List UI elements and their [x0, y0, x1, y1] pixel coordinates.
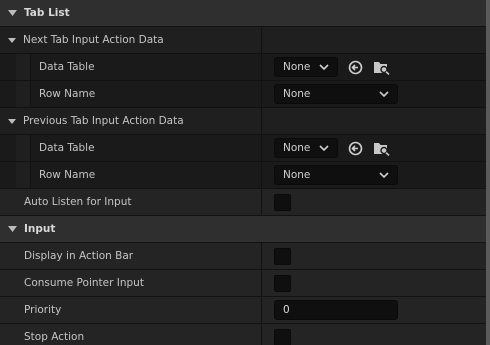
chevron-down-icon — [319, 145, 329, 151]
nesting-guide — [16, 135, 31, 161]
property-name-cell: Consume Pointer Input — [0, 270, 262, 296]
property-name-cell: Previous Tab Input Action Data — [0, 108, 262, 134]
property-value-cell: None — [262, 81, 486, 107]
property-value-cell — [262, 243, 486, 269]
property-row-data-table: Data Table None — [0, 135, 486, 162]
property-name-cell: Display in Action Bar — [0, 243, 262, 269]
property-row-priority: Priority 0 — [0, 297, 486, 324]
stop-action-checkbox[interactable] — [274, 328, 291, 345]
find-in-content-browser-icon[interactable] — [372, 139, 390, 157]
browse-to-asset-icon[interactable] — [346, 58, 364, 76]
chevron-down-icon — [319, 64, 329, 70]
property-label: Consume Pointer Input — [24, 277, 144, 289]
property-value-cell — [262, 189, 486, 215]
property-row-stop-action: Stop Action — [0, 324, 486, 345]
category-title: Tab List — [24, 7, 70, 19]
property-value-cell — [262, 108, 486, 134]
property-row-auto-listen-for-input: Auto Listen for Input — [0, 189, 486, 216]
combo-value: None — [283, 169, 311, 181]
data-table-combo[interactable]: None — [274, 57, 338, 77]
category-tab-list[interactable]: Tab List — [0, 0, 486, 27]
find-in-content-browser-icon[interactable] — [372, 58, 390, 76]
data-table-combo[interactable]: None — [274, 138, 338, 158]
priority-number-field[interactable]: 0 — [274, 300, 398, 320]
property-label: Previous Tab Input Action Data — [23, 115, 184, 127]
category-title: Input — [24, 223, 56, 235]
auto-listen-checkbox[interactable] — [274, 193, 291, 211]
struct-previous-tab-input-action-data[interactable]: Previous Tab Input Action Data — [0, 108, 486, 135]
number-value: 0 — [283, 304, 290, 316]
category-input[interactable]: Input — [0, 216, 486, 243]
nesting-guide — [16, 162, 31, 188]
property-value-cell — [262, 324, 486, 345]
property-label: Row Name — [39, 88, 96, 100]
property-value-cell: None — [262, 54, 486, 80]
property-name-cell: Row Name — [31, 162, 262, 188]
property-row-display-in-action-bar: Display in Action Bar — [0, 243, 486, 270]
property-value-cell — [262, 27, 486, 53]
expanded-triangle-icon[interactable] — [7, 35, 17, 45]
display-in-action-bar-checkbox[interactable] — [274, 247, 291, 265]
combo-value: None — [283, 142, 311, 154]
property-row-row-name: Row Name None — [0, 81, 486, 108]
property-row-consume-pointer-input: Consume Pointer Input — [0, 270, 486, 297]
property-name-cell: Auto Listen for Input — [0, 189, 262, 215]
property-value-cell — [262, 270, 486, 296]
combo-value: None — [283, 61, 311, 73]
property-name-cell: Row Name — [31, 81, 262, 107]
row-name-combo[interactable]: None — [274, 84, 398, 104]
property-value-cell: 0 — [262, 297, 486, 323]
property-label: Display in Action Bar — [24, 250, 134, 262]
property-value-cell: None — [262, 162, 486, 188]
nesting-guide — [16, 54, 31, 80]
property-row-row-name: Row Name None — [0, 162, 486, 189]
property-label: Data Table — [39, 142, 95, 154]
scrollbar-thumb[interactable] — [486, 0, 490, 345]
property-name-cell: Stop Action — [0, 324, 262, 345]
scrollbar[interactable] — [486, 0, 490, 345]
chevron-down-icon — [379, 172, 389, 178]
row-name-combo[interactable]: None — [274, 165, 398, 185]
property-label: Next Tab Input Action Data — [23, 34, 164, 46]
property-label: Data Table — [39, 61, 95, 73]
expanded-triangle-icon[interactable] — [7, 224, 17, 234]
property-value-cell: None — [262, 135, 486, 161]
property-name-cell: Next Tab Input Action Data — [0, 27, 262, 53]
property-row-data-table: Data Table None — [0, 54, 486, 81]
browse-to-asset-icon[interactable] — [346, 139, 364, 157]
property-name-cell: Priority — [0, 297, 262, 323]
nesting-guide — [16, 81, 31, 107]
expanded-triangle-icon[interactable] — [7, 8, 17, 18]
property-name-cell: Data Table — [31, 135, 262, 161]
property-label: Auto Listen for Input — [24, 196, 132, 208]
expanded-triangle-icon[interactable] — [7, 116, 17, 126]
combo-value: None — [283, 88, 311, 100]
property-name-cell: Data Table — [31, 54, 262, 80]
property-label: Stop Action — [24, 331, 85, 343]
consume-pointer-input-checkbox[interactable] — [274, 274, 291, 292]
property-label: Row Name — [39, 169, 96, 181]
struct-next-tab-input-action-data[interactable]: Next Tab Input Action Data — [0, 27, 486, 54]
property-label: Priority — [24, 304, 62, 316]
details-panel: Tab List Next Tab Input Action Data Data… — [0, 0, 490, 345]
chevron-down-icon — [379, 91, 389, 97]
